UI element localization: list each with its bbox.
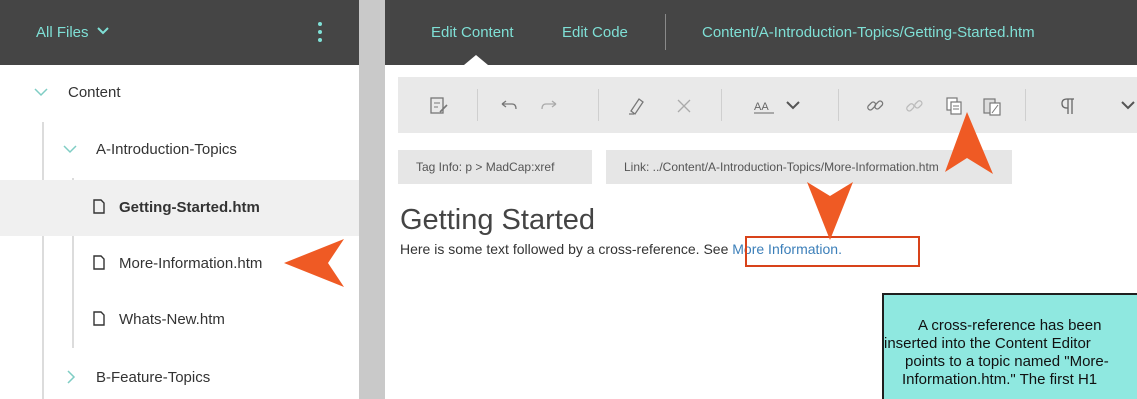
tree-item-whats-new[interactable]: Whats-New.htm	[0, 292, 359, 348]
tab-divider	[665, 14, 666, 50]
tree-item-getting-started[interactable]: Getting-Started.htm	[0, 180, 359, 236]
callout-arrow-up-icon	[945, 112, 993, 174]
tab-edit-content[interactable]: Edit Content	[431, 24, 514, 41]
tree-item-label: Whats-New.htm	[119, 311, 225, 328]
toolbar-separator	[721, 89, 722, 121]
toolbar-separator	[598, 89, 599, 121]
note-line: points to a topic named "More-	[905, 353, 1109, 370]
paragraph-text: Here is some text followed by a cross-re…	[400, 241, 733, 257]
tab-edit-code[interactable]: Edit Code	[562, 24, 628, 41]
tree-item-content[interactable]: Content	[0, 65, 359, 121]
tree-item-label: Content	[68, 84, 121, 101]
chevron-down-icon[interactable]	[785, 98, 801, 112]
tree-item-label: More-Information.htm	[119, 255, 263, 272]
chevron-down-icon[interactable]	[63, 144, 77, 154]
undo-icon[interactable]	[498, 95, 520, 117]
file-panel-header: All Files	[0, 0, 359, 65]
chevron-right-icon[interactable]	[66, 370, 76, 384]
toolbar-separator	[477, 89, 478, 121]
file-filter-dropdown[interactable]: All Files	[36, 24, 109, 41]
tree-item-b-feature-topics[interactable]: B-Feature-Topics	[0, 350, 359, 399]
file-panel: All Files Content A-Introduction-Topics …	[0, 0, 359, 399]
clear-icon[interactable]	[673, 95, 695, 117]
track-changes-icon[interactable]	[428, 95, 450, 117]
unlink-icon[interactable]	[903, 95, 925, 117]
toolbar-separator	[1025, 89, 1026, 121]
note-line: Information.htm." The first H1	[902, 371, 1098, 388]
tag-info-chip: Tag Info: p > MadCap:xref	[398, 150, 592, 184]
tree-item-label: B-Feature-Topics	[96, 369, 211, 386]
explanation-note: A cross-reference has been inserted into…	[882, 293, 1137, 399]
highlight-icon[interactable]	[625, 95, 647, 117]
tree-item-label: Getting-Started.htm	[119, 199, 260, 216]
document-heading[interactable]: Getting Started	[400, 204, 595, 237]
font-size-icon[interactable]: AA	[753, 95, 775, 117]
chevron-down-icon[interactable]	[34, 87, 48, 97]
chevron-down-icon[interactable]	[1120, 98, 1136, 112]
callout-arrow-down-icon	[807, 182, 853, 240]
paragraph-mark-icon[interactable]	[1058, 95, 1080, 117]
panel-splitter[interactable]	[359, 0, 385, 399]
file-filter-label: All Files	[36, 24, 89, 41]
file-icon	[93, 255, 105, 270]
tree-item-label: A-Introduction-Topics	[96, 141, 237, 158]
tree-item-a-introduction-topics[interactable]: A-Introduction-Topics	[0, 122, 359, 178]
tag-info-text: Tag Info: p > MadCap:xref	[416, 160, 555, 174]
file-path: Content/A-Introduction-Topics/Getting-St…	[702, 24, 1035, 41]
link-info-text: Link: ../Content/A-Introduction-Topics/M…	[624, 160, 939, 174]
note-line: inserted into the Content Editor	[884, 335, 1091, 352]
redo-icon[interactable]	[538, 95, 560, 117]
link-icon[interactable]	[864, 95, 886, 117]
chevron-down-icon	[97, 27, 109, 35]
file-icon	[93, 311, 105, 326]
note-line: A cross-reference has been	[918, 317, 1102, 334]
editor-tab-bar: Edit Content Edit Code Content/A-Introdu…	[385, 0, 1137, 65]
callout-arrow-left-icon	[284, 239, 344, 287]
active-tab-indicator	[464, 55, 488, 65]
editor-toolbar: AA	[398, 77, 1137, 133]
more-options-icon[interactable]	[316, 22, 324, 46]
svg-text:AA: AA	[754, 101, 769, 113]
file-icon	[93, 199, 105, 214]
toolbar-separator	[838, 89, 839, 121]
